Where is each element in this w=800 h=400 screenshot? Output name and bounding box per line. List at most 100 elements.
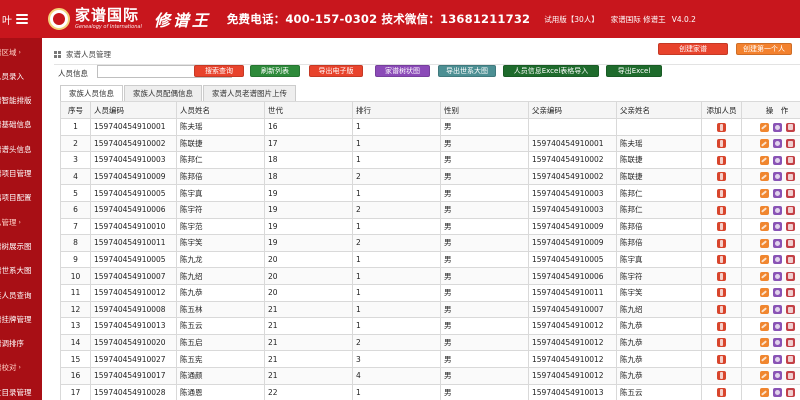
edit-icon[interactable]	[759, 139, 769, 149]
view-icon[interactable]	[772, 188, 782, 198]
view-icon[interactable]	[772, 371, 782, 381]
delete-icon[interactable]	[785, 371, 795, 381]
export-excel-button[interactable]: 导出Excel	[606, 65, 662, 77]
edit-icon[interactable]	[759, 288, 769, 298]
view-icon[interactable]	[772, 122, 782, 132]
genealogy-tree-button[interactable]: 家谱树状图	[375, 65, 430, 77]
sidebar-item[interactable]: 世目录管理	[0, 380, 42, 400]
view-icon[interactable]	[772, 305, 782, 315]
add-member-icon[interactable]	[717, 238, 726, 248]
sidebar-item[interactable]: 谱区域›	[0, 40, 42, 64]
sidebar-item[interactable]: 息管理›	[0, 210, 42, 234]
tab-spouse-info[interactable]: 家族人员配偶信息	[124, 85, 202, 101]
add-member-icon[interactable]	[717, 255, 726, 265]
view-icon[interactable]	[772, 354, 782, 364]
add-member-icon[interactable]	[717, 172, 726, 182]
view-icon[interactable]	[772, 271, 782, 281]
add-member-icon[interactable]	[717, 305, 726, 315]
delete-icon[interactable]	[785, 305, 795, 315]
edit-icon[interactable]	[759, 271, 769, 281]
view-icon[interactable]	[772, 139, 782, 149]
delete-icon[interactable]	[785, 255, 795, 265]
add-member-icon[interactable]	[717, 388, 726, 398]
add-member-icon[interactable]	[717, 371, 726, 381]
edit-icon[interactable]	[759, 188, 769, 198]
sidebar-item[interactable]: 出项目配置	[0, 186, 42, 210]
delete-icon[interactable]	[785, 271, 795, 281]
table-row[interactable]: 9 159740454910005 陈九龙 20 1 男 159740454910005 陈宇…	[60, 250, 800, 269]
table-row[interactable]: 6 159740454910006 陈宇符 19 2 男 159740454910003 陈邦…	[60, 200, 800, 219]
edit-icon[interactable]	[759, 388, 769, 398]
table-row[interactable]: 16 159740454910017 陈通颜 21 4 男 159740454910012 陈…	[60, 366, 800, 385]
add-member-icon[interactable]	[717, 338, 726, 348]
table-row[interactable]: 1 159740454910001 陈夫瑶 16 1 男	[60, 118, 800, 136]
sidebar-item[interactable]: 谱校对›	[0, 356, 42, 380]
edit-icon[interactable]	[759, 321, 769, 331]
create-first-person-button[interactable]: 创建第一个人	[736, 43, 792, 55]
sidebar-item[interactable]: 谱项目管理	[0, 162, 42, 186]
edit-icon[interactable]	[759, 255, 769, 265]
view-icon[interactable]	[772, 321, 782, 331]
export-lineage-chart-button[interactable]: 导出世系大图	[438, 65, 496, 77]
table-row[interactable]: 5 159740454910005 陈宇真 19 1 男 159740454910003 陈邦…	[60, 184, 800, 202]
tab-old-photo-upload[interactable]: 家谱人员老谱图片上传	[203, 85, 296, 101]
view-icon[interactable]	[772, 338, 782, 348]
search-button[interactable]: 搜索查询	[194, 65, 244, 77]
add-member-icon[interactable]	[717, 188, 726, 198]
delete-icon[interactable]	[785, 172, 795, 182]
table-row[interactable]: 11 159740454910012 陈九恭 20 1 男 159740454910011 陈…	[60, 283, 800, 302]
view-icon[interactable]	[772, 388, 782, 398]
table-row[interactable]: 17 159740454910028 陈通恩 22 1 男 159740454910013 陈…	[60, 383, 800, 400]
view-icon[interactable]	[772, 255, 782, 265]
sidebar-item[interactable]: 谱挂牌管理	[0, 307, 42, 331]
edit-icon[interactable]	[759, 371, 769, 381]
delete-icon[interactable]	[785, 188, 795, 198]
edit-icon[interactable]	[759, 238, 769, 248]
edit-icon[interactable]	[759, 338, 769, 348]
add-member-icon[interactable]	[717, 205, 726, 215]
sidebar-item[interactable]: 谱智能排版	[0, 89, 42, 113]
add-member-icon[interactable]	[717, 122, 726, 132]
add-member-icon[interactable]	[717, 288, 726, 298]
delete-icon[interactable]	[785, 321, 795, 331]
delete-icon[interactable]	[785, 238, 795, 248]
view-icon[interactable]	[772, 205, 782, 215]
table-row[interactable]: 3 159740454910003 陈邦仁 18 1 男 159740454910002 陈联…	[60, 151, 800, 169]
edit-icon[interactable]	[759, 155, 769, 165]
add-member-icon[interactable]	[717, 155, 726, 165]
delete-icon[interactable]	[785, 155, 795, 165]
delete-icon[interactable]	[785, 338, 795, 348]
table-row[interactable]: 4 159740454910009 陈邦倍 18 2 男 159740454910002 陈联…	[60, 167, 800, 186]
table-row[interactable]: 15 159740454910027 陈五宪 21 3 男 159740454910012 陈…	[60, 350, 800, 368]
edit-icon[interactable]	[759, 172, 769, 182]
add-member-icon[interactable]	[717, 139, 726, 149]
sidebar-item[interactable]: 谱世系大图	[0, 259, 42, 283]
refresh-button[interactable]: 刷新列表	[250, 65, 300, 77]
delete-icon[interactable]	[785, 288, 795, 298]
delete-icon[interactable]	[785, 205, 795, 215]
table-row[interactable]: 13 159740454910013 陈五云 21 1 男 159740454910012 陈…	[60, 317, 800, 335]
sidebar-item[interactable]: 谱树展示图	[0, 234, 42, 258]
import-excel-button[interactable]: 人员信息Excel表格导入	[503, 65, 599, 77]
table-row[interactable]: 14 159740454910020 陈五启 21 2 男 159740454910012 陈…	[60, 333, 800, 352]
add-member-icon[interactable]	[717, 321, 726, 331]
edit-icon[interactable]	[759, 205, 769, 215]
table-row[interactable]: 2 159740454910002 陈联捷 17 1 男 159740454910001 陈夫…	[60, 134, 800, 153]
view-icon[interactable]	[772, 288, 782, 298]
table-row[interactable]: 12 159740454910008 陈五林 21 1 男 159740454910007 陈…	[60, 300, 800, 319]
delete-icon[interactable]	[785, 122, 795, 132]
view-icon[interactable]	[772, 222, 782, 232]
edit-icon[interactable]	[759, 305, 769, 315]
hamburger-menu-icon[interactable]	[16, 14, 28, 24]
create-genealogy-button[interactable]: 创建家谱	[658, 43, 728, 55]
export-ebook-button[interactable]: 导出电子版	[309, 65, 363, 77]
add-member-icon[interactable]	[717, 222, 726, 232]
view-icon[interactable]	[772, 155, 782, 165]
delete-icon[interactable]	[785, 388, 795, 398]
add-member-icon[interactable]	[717, 354, 726, 364]
add-member-icon[interactable]	[717, 271, 726, 281]
edit-icon[interactable]	[759, 222, 769, 232]
delete-icon[interactable]	[785, 222, 795, 232]
table-row[interactable]: 8 159740454910011 陈宇笑 19 2 男 159740454910009 陈邦…	[60, 234, 800, 252]
table-row[interactable]: 10 159740454910007 陈九绍 20 1 男 159740454910006 陈…	[60, 267, 800, 285]
